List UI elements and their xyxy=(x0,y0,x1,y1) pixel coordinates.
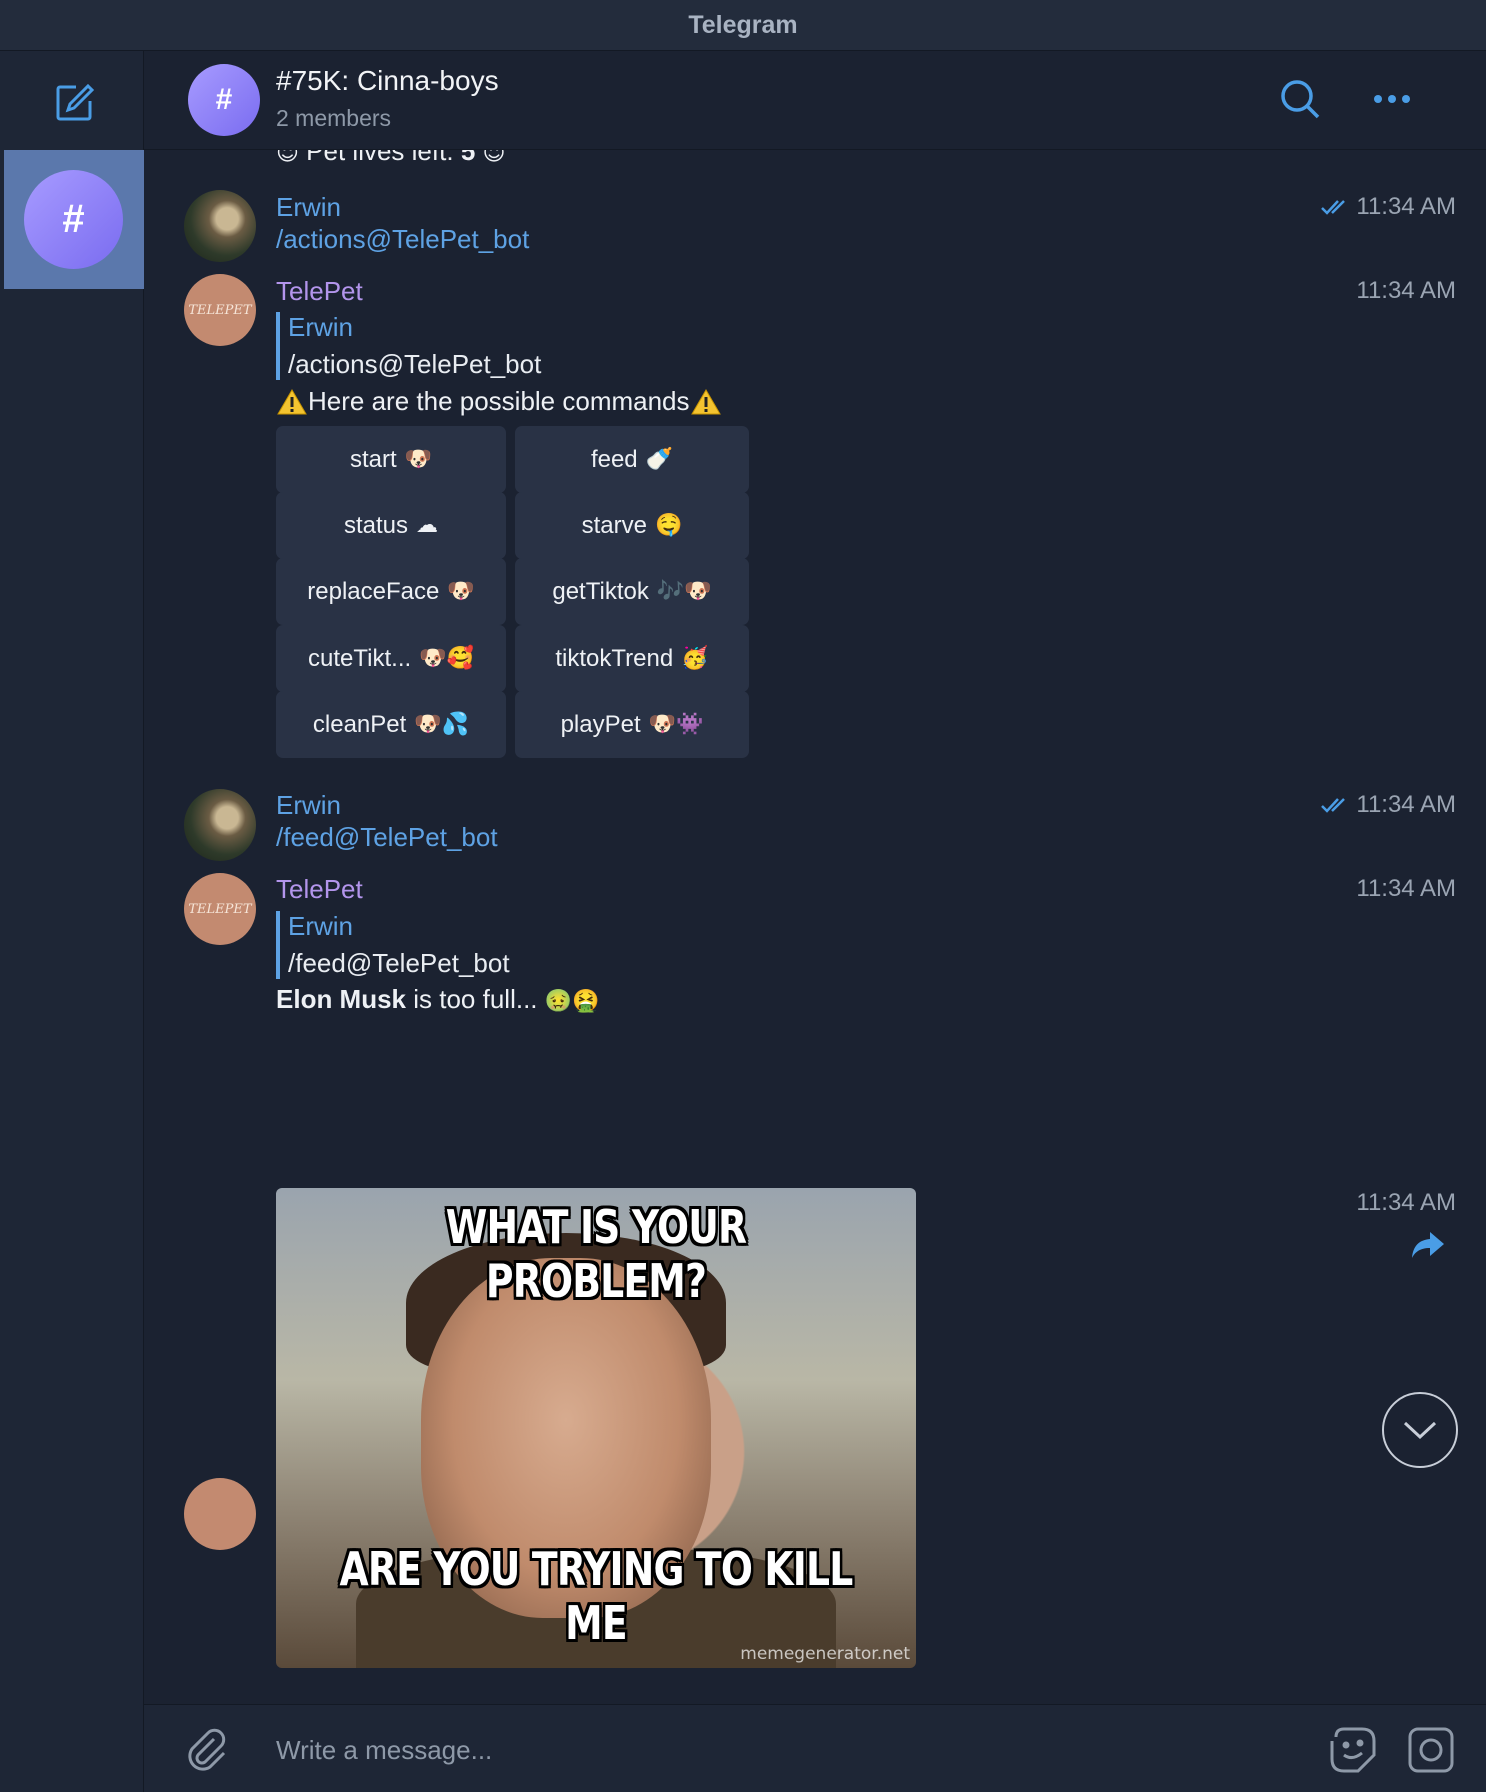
warning-icon xyxy=(277,388,307,414)
music-dog-icon: 🎶🐶 xyxy=(656,579,712,604)
button-label: tiktokTrend xyxy=(555,644,674,672)
dog-hearts-icon: 🐶🥰 xyxy=(419,646,474,671)
message-text: Elon Musk is too full... 🤢🤮 xyxy=(276,984,600,1015)
meme-watermark: memegenerator.net xyxy=(740,1644,910,1664)
button-label: cleanPet xyxy=(312,710,407,738)
message-time: 11:34 AM xyxy=(1356,277,1456,304)
drooling-face-icon: 🤤 xyxy=(654,513,683,538)
forward-icon[interactable] xyxy=(1410,1230,1446,1265)
chat-members: 2 members xyxy=(276,105,392,131)
message-time-text: 11:34 AM xyxy=(1356,791,1456,818)
avatar-telepet-label: TELEPET xyxy=(188,901,252,917)
cloud-icon: ☁ xyxy=(416,513,439,538)
search-icon[interactable] xyxy=(1274,73,1326,125)
sender-name[interactable]: TelePet xyxy=(276,874,363,905)
keyboard-button-cutetiktok[interactable]: cuteTikt... 🐶🥰 xyxy=(276,625,506,692)
message-text: Here are the possible commands xyxy=(276,386,722,417)
sender-name[interactable]: Erwin xyxy=(276,192,341,223)
message-input[interactable]: Write a message... xyxy=(276,1735,492,1766)
bold-name: Elon Musk xyxy=(276,984,407,1014)
pet-lives-text: 😇 Pet lives left: 5 😇 xyxy=(276,150,505,167)
message-time: 11:34 AM xyxy=(1320,193,1456,221)
dog-invader-icon: 🐶👾 xyxy=(648,712,704,737)
reply-text: /feed@TelePet_bot xyxy=(288,948,510,978)
attach-icon[interactable] xyxy=(184,1727,228,1776)
chat-avatar: # xyxy=(24,170,123,269)
reply-text: /actions@TelePet_bot xyxy=(288,349,542,379)
button-label: replaceFace xyxy=(307,577,440,605)
window-title: Telegram xyxy=(0,0,1486,51)
button-label: getTiktok xyxy=(552,577,649,605)
button-label: starve xyxy=(581,511,647,539)
pet-lives-label: Pet lives left: xyxy=(306,150,454,166)
avatar-telepet[interactable]: TELEPET xyxy=(184,873,256,945)
reply-quote[interactable]: Erwin /actions@TelePet_bot xyxy=(276,312,541,380)
sidebar-chat-item[interactable]: # xyxy=(4,150,144,289)
button-label: start xyxy=(349,445,397,473)
pet-lives-value: 5 xyxy=(460,150,476,166)
compose-icon[interactable] xyxy=(50,79,98,127)
meme-bottom-text: ARE YOU TRYING TO KILL ME xyxy=(339,1542,854,1650)
reply-name: Erwin xyxy=(288,911,354,941)
baby-bottle-icon: 🍼 xyxy=(645,447,674,472)
composer: Write a message... xyxy=(144,1704,1486,1792)
reply-name: Erwin xyxy=(288,312,354,342)
more-icon[interactable] xyxy=(1366,73,1418,125)
sticker-icon[interactable] xyxy=(1328,1725,1378,1780)
dog-droplets-icon: 🐶💦 xyxy=(414,712,470,737)
keyboard-button-starve[interactable]: starve 🤤 xyxy=(515,492,749,559)
message-time: 11:34 AM xyxy=(1356,875,1456,902)
button-label: feed xyxy=(590,445,638,473)
message-rest: is too full... xyxy=(413,984,538,1014)
command-link[interactable]: /actions@TelePet_bot xyxy=(276,224,529,255)
warning-icon xyxy=(690,388,721,414)
keyboard-button-tiktoktrend[interactable]: tiktokTrend 🥳 xyxy=(515,625,749,692)
read-check-icon xyxy=(1321,798,1346,813)
button-label: cuteTikt... xyxy=(308,644,412,672)
dog-icon: 🐶 xyxy=(447,579,475,604)
avatar-telepet-label: TELEPET xyxy=(188,302,252,318)
dog-icon: 🐶 xyxy=(404,447,433,472)
message-list[interactable]: 😇 Pet lives left: 5 😇 Erwin /actions@Tel… xyxy=(144,150,1486,1704)
avatar-erwin[interactable] xyxy=(184,190,256,262)
button-label: status xyxy=(343,511,409,539)
camera-icon[interactable] xyxy=(1406,1725,1456,1780)
meme-image[interactable]: WHAT IS YOUR PROBLEM? ARE YOU TRYING TO … xyxy=(276,1188,916,1668)
sidebar: # xyxy=(0,51,144,1792)
read-check-icon xyxy=(1321,200,1346,215)
message-time: 11:34 AM xyxy=(1356,1189,1456,1216)
chevron-down-icon xyxy=(1403,1421,1437,1440)
window-title-text: Telegram xyxy=(688,10,798,39)
keyboard-button-playpet[interactable]: playPet 🐶👾 xyxy=(515,691,749,758)
party-face-icon: 🥳 xyxy=(681,646,709,671)
keyboard-button-start[interactable]: start 🐶 xyxy=(276,426,506,493)
avatar-telepet[interactable]: TELEPET xyxy=(184,274,256,346)
command-link[interactable]: /feed@TelePet_bot xyxy=(276,822,498,853)
header-avatar-glyph: # xyxy=(215,83,233,116)
reply-quote[interactable]: Erwin /feed@TelePet_bot xyxy=(276,911,510,979)
chat-title[interactable]: #75K: Cinna-boys xyxy=(276,65,499,97)
scroll-down-button[interactable] xyxy=(1382,1392,1458,1468)
keyboard-button-replaceface[interactable]: replaceFace 🐶 xyxy=(276,558,506,625)
button-label: playPet xyxy=(560,710,641,738)
header-avatar[interactable]: # xyxy=(188,64,260,136)
keyboard-button-cleanpet[interactable]: cleanPet 🐶💦 xyxy=(276,691,506,758)
sender-name[interactable]: TelePet xyxy=(276,276,363,307)
sick-face-icon: 🤢🤮 xyxy=(544,989,600,1014)
angel-emoji-icon: 😇 xyxy=(276,150,299,166)
avatar-telepet[interactable] xyxy=(184,1478,256,1550)
keyboard-button-gettiktok[interactable]: getTiktok 🎶🐶 xyxy=(515,558,749,625)
angel-emoji-icon: 😇 xyxy=(482,150,506,166)
message-time: 11:34 AM xyxy=(1320,791,1456,819)
sender-name[interactable]: Erwin xyxy=(276,790,341,821)
chat-header: # #75K: Cinna-boys 2 members xyxy=(144,51,1486,150)
keyboard-button-feed[interactable]: feed 🍼 xyxy=(515,426,749,493)
message-time-text: 11:34 AM xyxy=(1356,193,1456,220)
chat-avatar-glyph: # xyxy=(62,197,85,241)
avatar-erwin[interactable] xyxy=(184,789,256,861)
keyboard-button-status[interactable]: status ☁ xyxy=(276,492,506,559)
commands-heading: Here are the possible commands xyxy=(308,386,690,416)
meme-top-text: WHAT IS YOUR PROBLEM? xyxy=(445,1200,747,1308)
